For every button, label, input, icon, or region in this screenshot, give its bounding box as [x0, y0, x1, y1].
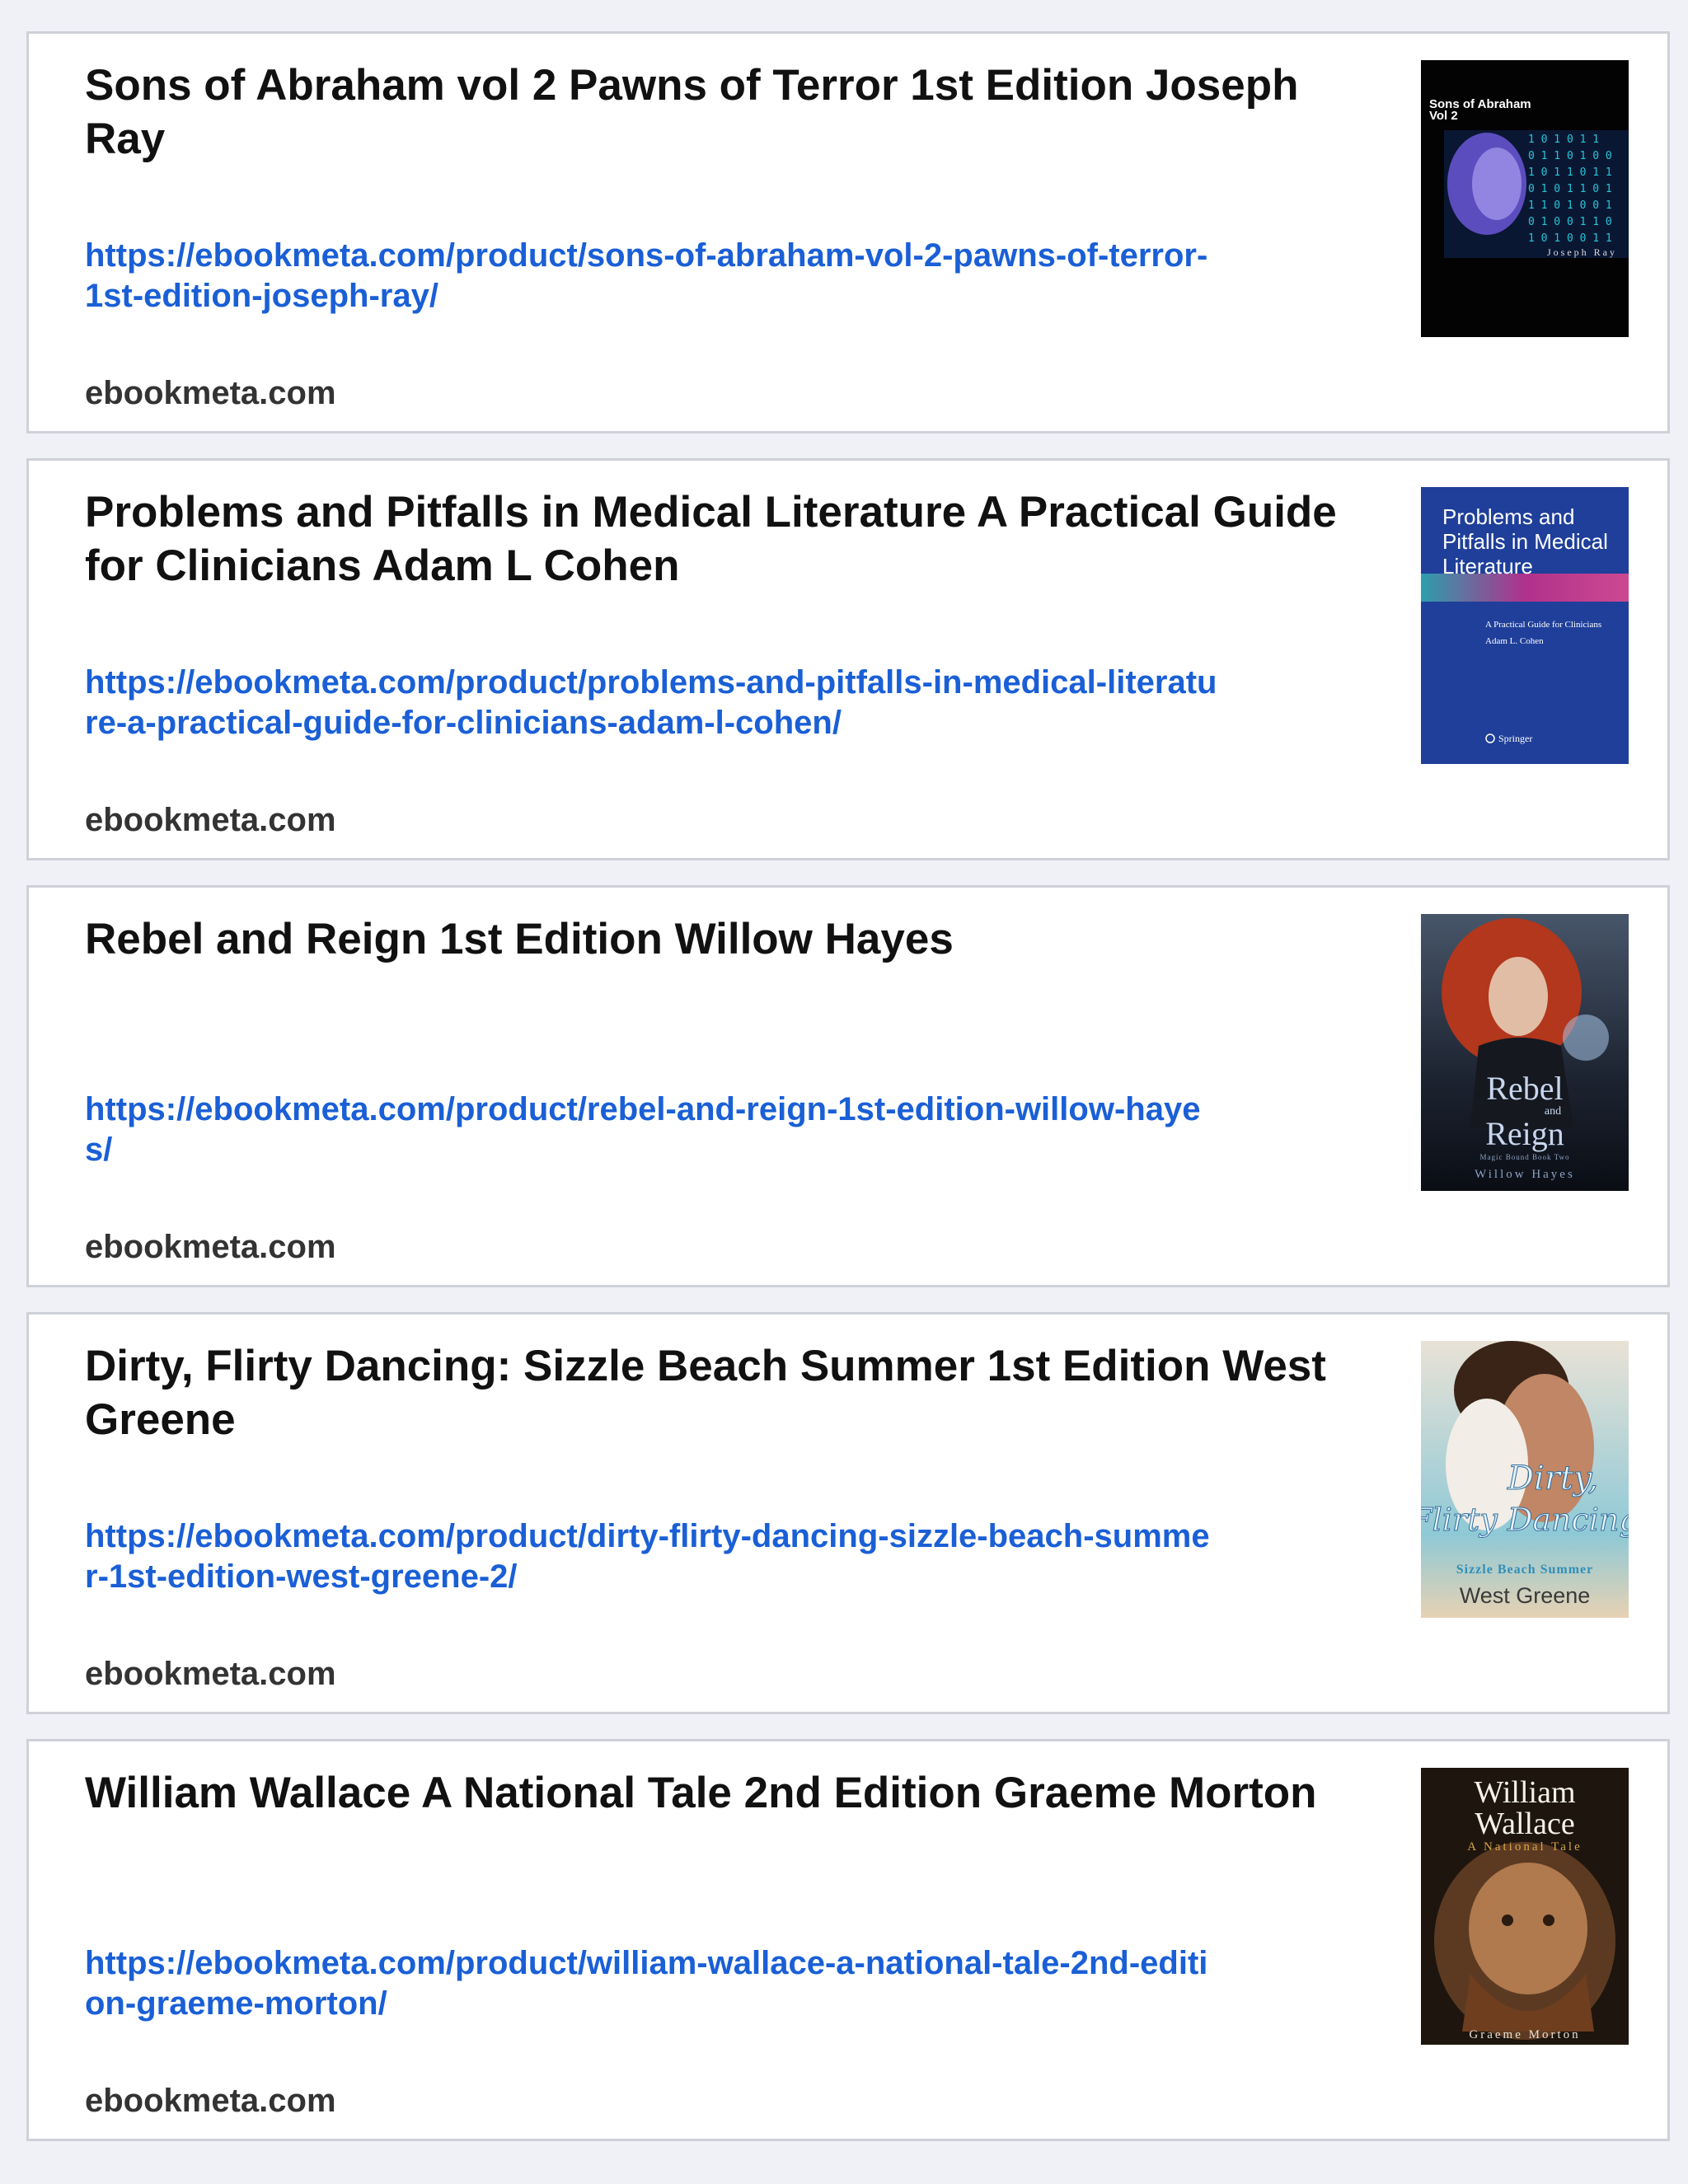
cover-author: Graeme Morton: [1469, 2028, 1580, 2041]
cover-title-line-2: Flirty Dancing: [1421, 1502, 1629, 1538]
result-url-link[interactable]: https://ebookmeta.com/product/william-wa…: [85, 1943, 1222, 2024]
result-domain: ebookmeta.com: [85, 1229, 336, 1265]
cover-subtitle: Vol 2: [1429, 109, 1458, 123]
result-domain: ebookmeta.com: [85, 802, 336, 838]
svg-text:1 0 1 1 0 1 1: 1 0 1 1 0 1 1: [1528, 166, 1612, 179]
result-card[interactable]: Problems and Pitfalls in Medical Literat…: [26, 458, 1670, 860]
result-url-link[interactable]: https://ebookmeta.com/product/dirty-flir…: [85, 1516, 1222, 1597]
svg-text:0 1 0 1 1 0 1: 0 1 0 1 1 0 1: [1528, 183, 1612, 195]
cover-title-line-1: Problems and: [1442, 504, 1574, 529]
result-title[interactable]: Problems and Pitfalls in Medical Literat…: [85, 485, 1371, 593]
svg-text:0 1 1 0 1 0 0: 0 1 1 0 1 0 0: [1528, 150, 1612, 162]
cover-series: Magic Bound Book Two: [1480, 1153, 1570, 1161]
result-card[interactable]: Dirty, Flirty Dancing: Sizzle Beach Summ…: [26, 1312, 1670, 1714]
cover-author: Willow Hayes: [1475, 1168, 1575, 1181]
cover-series: Sizzle Beach Summer: [1456, 1563, 1594, 1577]
svg-text:1 0 1 0 0 1 1: 1 0 1 0 0 1 1: [1528, 232, 1612, 245]
book-cover-image[interactable]: Dirty, Flirty Dancing Sizzle Beach Summe…: [1421, 1341, 1629, 1618]
result-title[interactable]: Sons of Abraham vol 2 Pawns of Terror 1s…: [85, 59, 1371, 166]
result-title[interactable]: Dirty, Flirty Dancing: Sizzle Beach Summ…: [85, 1339, 1371, 1446]
svg-text:1 0 1 0 1 1: 1 0 1 0 1 1: [1528, 134, 1599, 146]
cover-subtitle: A National Tale: [1467, 1840, 1582, 1854]
results-list: Sons of Abraham vol 2 Pawns of Terror 1s…: [26, 31, 1670, 2166]
result-url-link[interactable]: https://ebookmeta.com/product/rebel-and-…: [85, 1090, 1222, 1170]
book-cover-image[interactable]: Problems and Pitfalls in Medical Literat…: [1421, 487, 1629, 764]
book-cover-image[interactable]: William Wallace A National Tale Graeme M…: [1421, 1768, 1629, 2045]
result-title[interactable]: William Wallace A National Tale 2nd Edit…: [85, 1766, 1371, 1820]
svg-text:0 1 0 0 1 1 0: 0 1 0 0 1 1 0: [1528, 216, 1612, 228]
cover-title-line-3: Reign: [1485, 1115, 1564, 1152]
result-url-link[interactable]: https://ebookmeta.com/product/sons-of-ab…: [85, 236, 1222, 316]
cover-author: Adam L. Cohen: [1485, 636, 1544, 646]
cover-title-line-1: Rebel: [1486, 1070, 1563, 1107]
result-domain: ebookmeta.com: [85, 2083, 336, 2119]
cover-subtitle: A Practical Guide for Clinicians: [1485, 620, 1601, 630]
result-card[interactable]: William Wallace A National Tale 2nd Edit…: [26, 1739, 1670, 2141]
cover-title-line-1: Dirty,: [1507, 1460, 1598, 1497]
cover-publisher: Springer: [1498, 733, 1532, 744]
result-url-link[interactable]: https://ebookmeta.com/product/problems-a…: [85, 663, 1222, 743]
cover-title-line-1: William: [1475, 1775, 1576, 1810]
result-title[interactable]: Rebel and Reign 1st Edition Willow Hayes: [85, 912, 1371, 966]
result-domain: ebookmeta.com: [85, 1656, 336, 1692]
book-cover-image[interactable]: Rebel and Reign Magic Bound Book Two Wil…: [1421, 914, 1629, 1191]
book-cover-image[interactable]: 1 0 1 0 1 1 0 1 1 0 1 0 0 1 0 1 1 0 1 1 …: [1421, 60, 1629, 337]
result-card[interactable]: Sons of Abraham vol 2 Pawns of Terror 1s…: [26, 31, 1670, 434]
result-card[interactable]: Rebel and Reign 1st Edition Willow Hayes…: [26, 885, 1670, 1287]
cover-title-line-2: Pitfalls in Medical: [1442, 529, 1608, 554]
result-domain: ebookmeta.com: [85, 375, 336, 411]
cover-author: Joseph Ray: [1547, 246, 1617, 258]
cover-title-line-3: Literature: [1442, 554, 1533, 579]
cover-author: West Greene: [1460, 1583, 1591, 1608]
cover-title-line-2: Wallace: [1475, 1807, 1574, 1841]
svg-text:1 1 0 1 0 0 1: 1 1 0 1 0 0 1: [1528, 199, 1612, 212]
